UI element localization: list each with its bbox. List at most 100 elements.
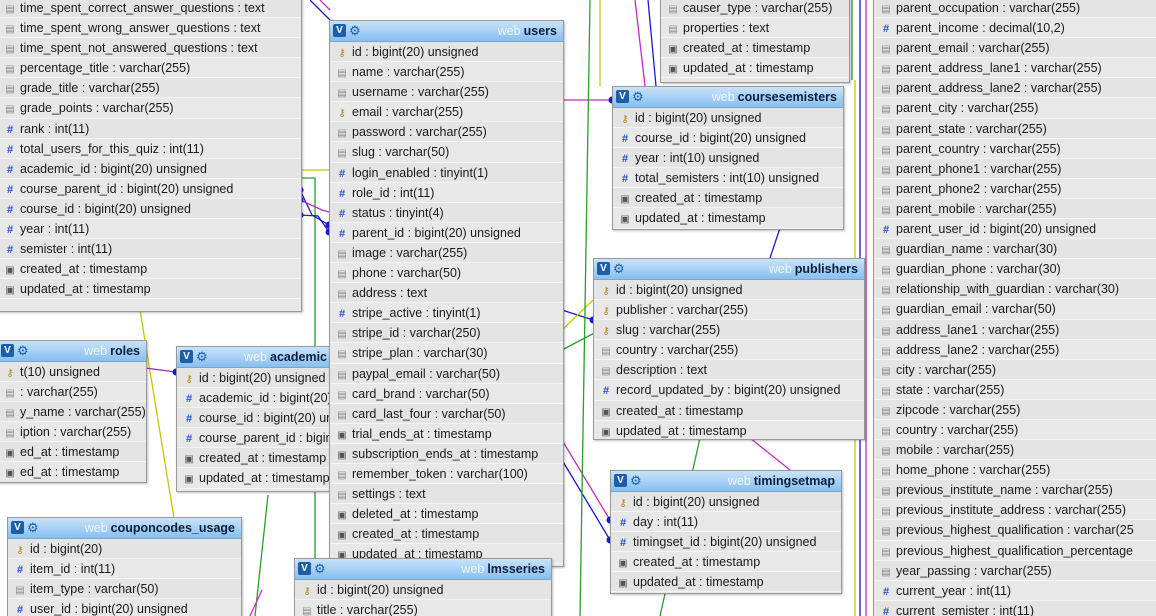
designer-canvas[interactable]: ▤ time_spent_correct_answer_questions : t…	[0, 0, 1156, 616]
column-row[interactable]: ▣ updated_at : timestamp	[661, 58, 849, 79]
column-row[interactable]: ▤ iption : varchar(255)	[0, 422, 146, 443]
column-row[interactable]: ▤ home_phone : varchar(255)	[874, 460, 1156, 481]
column-row[interactable]: # current_semister : int(11)	[874, 600, 1156, 616]
column-row[interactable]: # parent_user_id : bigint(20) unsigned	[874, 219, 1156, 240]
column-row[interactable]: # status : tinyint(4)	[330, 202, 563, 223]
column-row[interactable]: # total_users_for_this_quiz : int(11)	[0, 139, 301, 159]
column-row[interactable]: ▤ parent_email : varchar(255)	[874, 38, 1156, 59]
column-row[interactable]: ▤ y_name : varchar(255)	[0, 402, 146, 423]
view-toggle-icon[interactable]: V	[597, 262, 610, 275]
column-row[interactable]: ▤ address_lane1 : varchar(255)	[874, 319, 1156, 340]
column-row[interactable]: ⚷ id : bigint(20)	[8, 539, 241, 560]
view-toggle-icon[interactable]: V	[11, 521, 24, 534]
column-row[interactable]: ▣ trial_ends_at : timestamp	[330, 424, 563, 444]
view-toggle-icon[interactable]: V	[333, 24, 346, 37]
gear-icon[interactable]: ⚙	[17, 342, 29, 360]
column-row[interactable]: ▣ ed_at : timestamp	[0, 442, 146, 463]
column-row[interactable]: ⚷ id : bigint(20) unsigned	[177, 368, 333, 389]
table-header[interactable]: V ⚙ web publishers	[594, 259, 864, 280]
column-row[interactable]: ⚷ slug : varchar(255)	[594, 320, 864, 341]
column-row[interactable]: ⚷ id : bigint(20) unsigned	[295, 580, 551, 601]
column-row[interactable]: ▤ name : varchar(255)	[330, 62, 563, 83]
column-row[interactable]: ▤ time_spent_not_answered_questions : tex…	[0, 38, 301, 59]
column-row[interactable]: ▣ created_at : timestamp	[0, 259, 301, 280]
column-row[interactable]: ▤ parent_city : varchar(255)	[874, 98, 1156, 119]
column-row[interactable]: # role_id : int(11)	[330, 183, 563, 203]
column-row[interactable]: # user_id : bigint(20) unsigned	[8, 599, 241, 616]
column-row[interactable]: ▤ previous_highest_qualification_percenta…	[874, 541, 1156, 561]
column-row[interactable]: ▣ subscription_ends_at : timestamp	[330, 443, 563, 464]
column-row[interactable]: ▤ previous_institute_name : varchar(255)	[874, 480, 1156, 501]
column-row[interactable]: ▤ address : text	[330, 283, 563, 304]
gear-icon[interactable]: ⚙	[632, 88, 644, 106]
table-header[interactable]: V ⚙ web roles	[0, 341, 146, 362]
column-row[interactable]: ▣ deleted_at : timestamp	[330, 504, 563, 525]
column-row[interactable]: ▤ parent_address_lane2 : varchar(255)	[874, 78, 1156, 99]
column-row[interactable]: ▣ updated_at : timestamp	[0, 279, 301, 300]
table-header[interactable]: V ⚙ web timingsetmap	[611, 471, 841, 492]
column-row[interactable]: ▣ created_at : timestamp	[661, 38, 849, 59]
column-row[interactable]: ⚷ id : bigint(20) unsigned	[613, 108, 843, 129]
table-header[interactable]: V ⚙ web academic	[177, 347, 333, 368]
column-row[interactable]: ▣ updated_at : timestamp	[177, 468, 333, 489]
column-row[interactable]: # current_year : int(11)	[874, 581, 1156, 601]
column-row[interactable]: # record_updated_by : bigint(20) unsigned	[594, 380, 864, 401]
column-row[interactable]: ▤ item_type : varchar(50)	[8, 579, 241, 600]
column-row[interactable]: ▤ time_spent_correct_answer_questions : t…	[0, 0, 301, 19]
column-row[interactable]: # login_enabled : tinyint(1)	[330, 162, 563, 183]
column-row[interactable]: ▣ created_at : timestamp	[613, 188, 843, 209]
gear-icon[interactable]: ⚙	[27, 519, 39, 537]
column-row[interactable]: ⚷ email : varchar(255)	[330, 102, 563, 123]
gear-icon[interactable]: ⚙	[349, 22, 361, 40]
column-row[interactable]: ▣ created_at : timestamp	[177, 448, 333, 469]
column-row[interactable]: ▣ updated_at : timestamp	[611, 572, 841, 593]
view-toggle-icon[interactable]: V	[616, 90, 629, 103]
column-row[interactable]: # day : int(11)	[611, 512, 841, 533]
view-toggle-icon[interactable]: V	[298, 562, 311, 575]
column-row[interactable]: ▣ created_at : timestamp	[594, 400, 864, 421]
column-row[interactable]: ⚷ id : bigint(20) unsigned	[330, 42, 563, 63]
table-publishers[interactable]: V ⚙ web publishers ⚷ id : bigint(20) unsigned…	[593, 258, 865, 440]
column-row[interactable]: ▤ settings : text	[330, 484, 563, 505]
column-row[interactable]: ▤ title : varchar(255)	[295, 600, 551, 616]
column-row[interactable]: ▤ guardian_name : varchar(30)	[874, 239, 1156, 260]
table-header[interactable]: V ⚙ web couponcodes_usage	[8, 518, 241, 539]
column-row[interactable]: # year : int(10) unsigned	[613, 148, 843, 169]
column-row[interactable]: # course_id : bigint(20) unsigned	[613, 128, 843, 149]
gear-icon[interactable]: ⚙	[196, 348, 208, 366]
gear-icon[interactable]: ⚙	[613, 260, 625, 278]
column-row[interactable]: # course_id : bigint(20) unsigned	[177, 408, 333, 429]
column-row[interactable]: # total_semisters : int(10) unsigned	[613, 168, 843, 189]
view-toggle-icon[interactable]: V	[614, 474, 627, 487]
column-row[interactable]: ▤ description : text	[594, 360, 864, 381]
view-toggle-icon[interactable]: V	[1, 344, 14, 357]
column-row[interactable]: ▤ guardian_phone : varchar(30)	[874, 259, 1156, 280]
table-header[interactable]: V ⚙ web lmsseries	[295, 559, 551, 580]
column-row[interactable]: ▤ parent_phone1 : varchar(255)	[874, 158, 1156, 179]
column-row[interactable]: # academic_id : bigint(20) unsigned	[0, 158, 301, 179]
column-row[interactable]: ▤ parent_occupation : varchar(255)	[874, 0, 1156, 19]
column-row[interactable]: ▤ parent_phone2 : varchar(255)	[874, 179, 1156, 199]
table-header[interactable]: V ⚙ web users	[330, 21, 563, 42]
column-row[interactable]: # parent_id : bigint(20) unsigned	[330, 223, 563, 243]
table-academic[interactable]: V ⚙ web academic ⚷ id : bigint(20) unsigned # a…	[176, 346, 334, 492]
column-row[interactable]: # parent_income : decimal(10,2)	[874, 18, 1156, 39]
column-row[interactable]: ▤ country : varchar(255)	[594, 340, 864, 361]
column-row[interactable]: ▤ stripe_id : varchar(250)	[330, 323, 563, 344]
column-row[interactable]: ▤ image : varchar(255)	[330, 242, 563, 264]
column-row[interactable]: ▤ properties : text	[661, 18, 849, 39]
column-row[interactable]: # item_id : int(11)	[8, 559, 241, 580]
column-row[interactable]: ▤: varchar(255)	[0, 382, 146, 403]
column-row[interactable]: ▤ state : varchar(255)	[874, 380, 1156, 400]
column-row[interactable]: ▤ parent_country : varchar(255)	[874, 139, 1156, 159]
column-row[interactable]: ▤ mobile : varchar(255)	[874, 440, 1156, 461]
column-row[interactable]: # course_parent_id : bigint(20) unsigned	[177, 428, 333, 449]
table-students[interactable]: ▤ parent_occupation : varchar(255) # parent…	[873, 0, 1156, 616]
column-row[interactable]: ▤ stripe_plan : varchar(30)	[330, 343, 563, 364]
column-row[interactable]: ▤ previous_highest_qualification : varcha…	[874, 520, 1156, 541]
table-lmsseries[interactable]: V ⚙ web lmsseries ⚷ id : bigint(20) unsigned ▤…	[294, 558, 552, 616]
column-row[interactable]: ▤ time_spent_wrong_answer_questions : tex…	[0, 18, 301, 39]
column-row[interactable]: ▤ year_passing : varchar(255)	[874, 560, 1156, 581]
column-row[interactable]: ▣ ed_at : timestamp	[0, 462, 146, 482]
column-row[interactable]: ⚷ t(10) unsigned	[0, 362, 146, 383]
